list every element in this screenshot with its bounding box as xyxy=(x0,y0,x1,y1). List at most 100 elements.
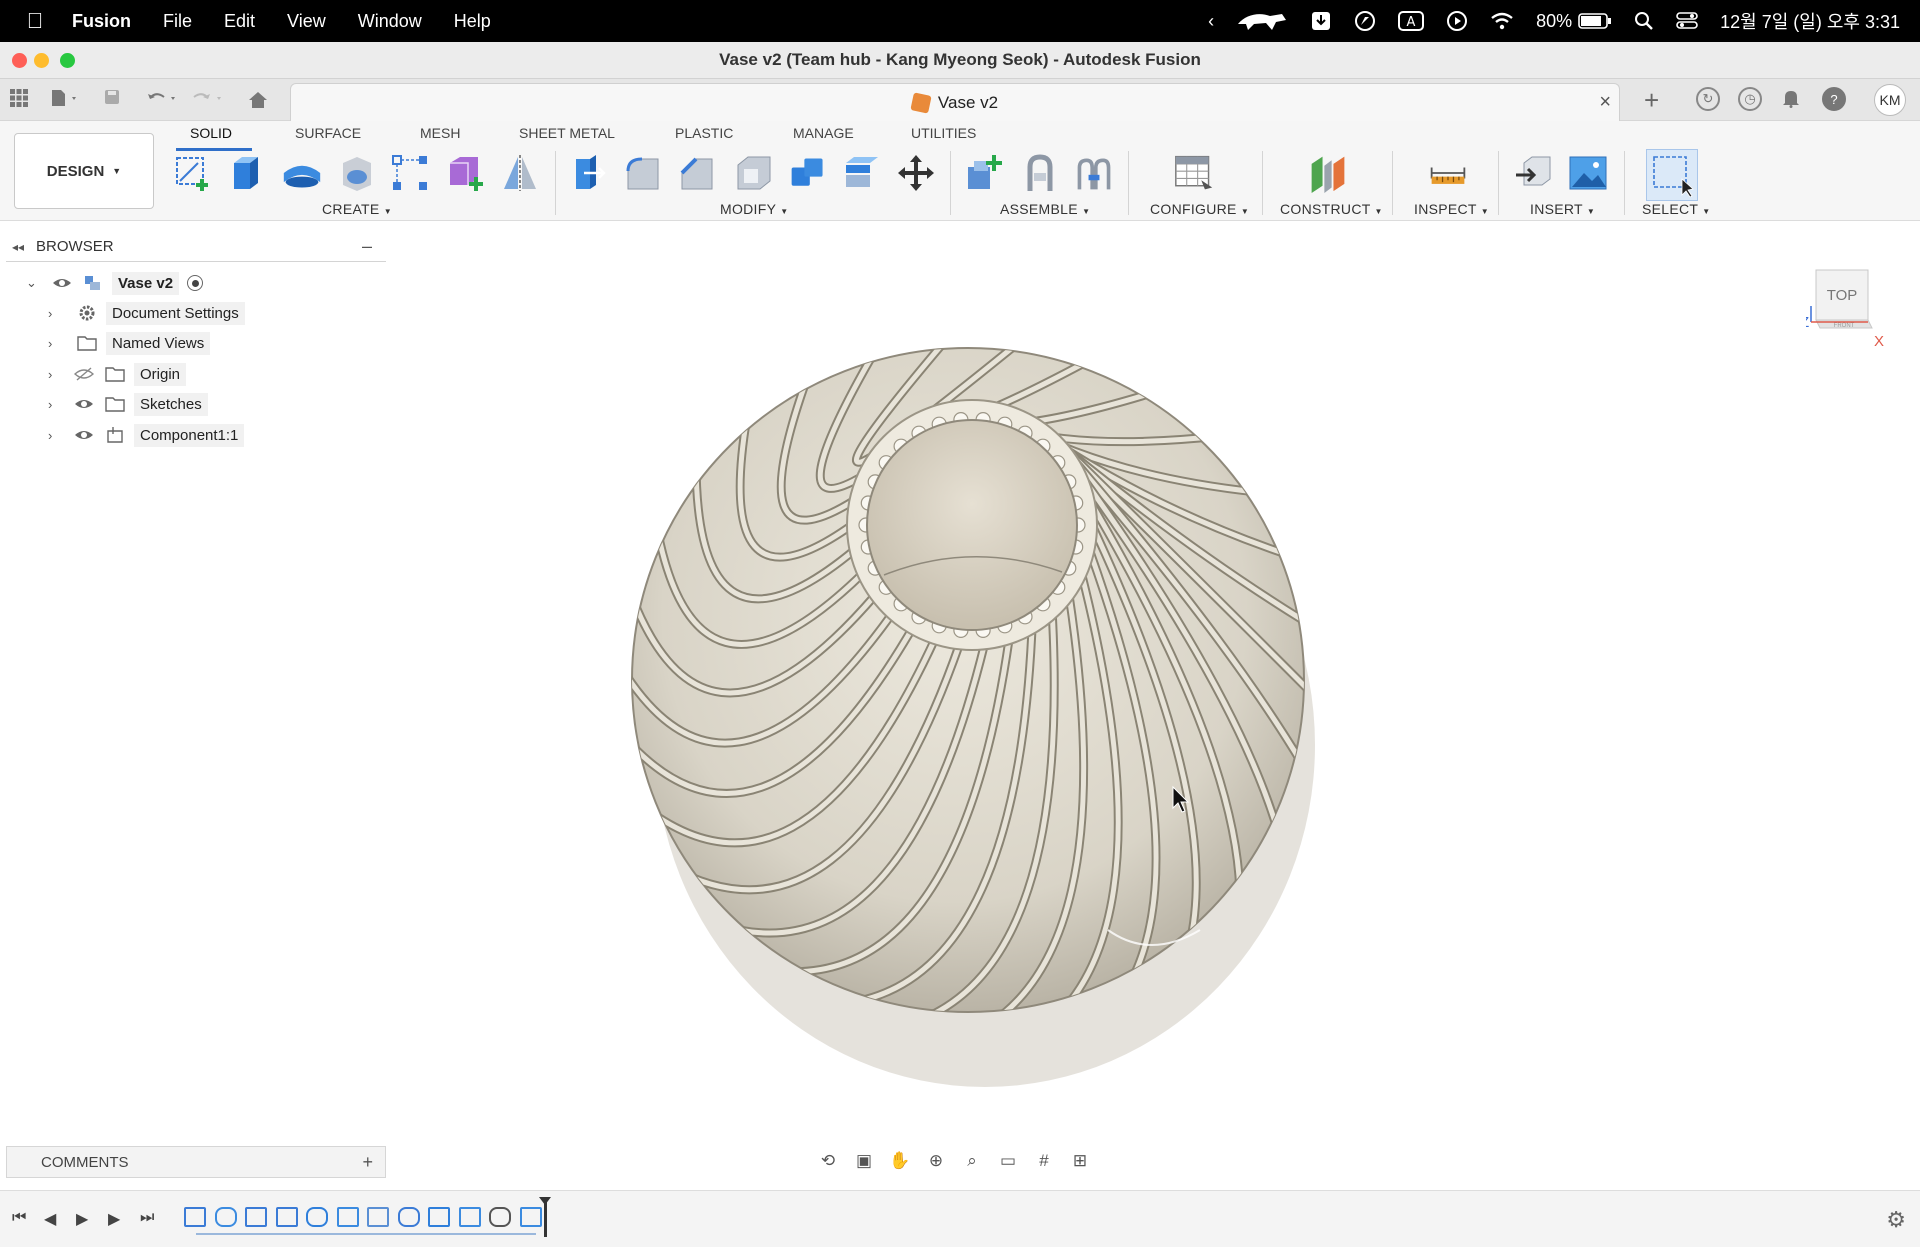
tab-sheet-metal[interactable]: SHEET METAL xyxy=(519,125,615,141)
timeline-feature-icon[interactable] xyxy=(367,1207,389,1227)
visibility-eye-icon[interactable] xyxy=(74,397,94,411)
look-at-icon[interactable]: ▣ xyxy=(850,1149,878,1173)
home-icon[interactable] xyxy=(248,91,268,114)
group-modify-label[interactable]: MODIFY ▼ xyxy=(720,201,788,217)
chevron-right-icon[interactable]: › xyxy=(48,367,64,382)
extrude-icon[interactable] xyxy=(226,153,266,193)
group-inspect-label[interactable]: INSPECT ▼ xyxy=(1414,201,1489,217)
notifications-bell-icon[interactable] xyxy=(1782,88,1800,113)
add-comment-plus-icon[interactable]: + xyxy=(362,1152,373,1173)
pattern-icon[interactable] xyxy=(390,153,430,193)
viewcube[interactable]: TOP FRONT Z X xyxy=(1800,266,1884,350)
apps-grid-icon[interactable] xyxy=(10,89,28,112)
close-tab-icon[interactable]: × xyxy=(1599,91,1611,114)
menu-view[interactable]: View xyxy=(271,11,342,32)
timeline-feature-icon[interactable] xyxy=(245,1207,267,1227)
zoom-window-button[interactable] xyxy=(60,53,75,68)
offset-face-icon[interactable] xyxy=(842,153,882,193)
menu-app-fusion[interactable]: Fusion xyxy=(70,11,147,32)
play-icon[interactable] xyxy=(1446,10,1468,32)
window-select-icon[interactable] xyxy=(1646,149,1698,201)
chevron-down-icon[interactable]: ⌄ xyxy=(26,275,42,291)
tree-item-named-views[interactable]: › Named Views xyxy=(48,330,211,356)
tab-plastic[interactable]: PLASTIC xyxy=(675,125,733,141)
fit-zoom-icon[interactable]: ⌕ xyxy=(958,1149,986,1173)
timeline-feature-icon[interactable] xyxy=(306,1207,328,1227)
user-avatar[interactable]: KM xyxy=(1874,84,1906,116)
as-built-joint-icon[interactable] xyxy=(1074,153,1114,193)
undo-icon[interactable] xyxy=(146,89,180,112)
press-pull-icon[interactable] xyxy=(568,153,608,193)
timeline-feature-icon[interactable] xyxy=(397,1207,420,1227)
timeline-feature-icon[interactable] xyxy=(458,1207,481,1227)
tab-surface[interactable]: SURFACE xyxy=(295,125,361,141)
clock-datetime[interactable]: 12월 7일 (일) 오후 3:31 xyxy=(1720,8,1900,34)
tab-manage[interactable]: MANAGE xyxy=(793,125,854,141)
tab-utilities[interactable]: UTILITIES xyxy=(911,125,976,141)
configure-table-icon[interactable] xyxy=(1174,153,1214,193)
chevron-right-icon[interactable]: › xyxy=(48,428,64,443)
combine-icon[interactable] xyxy=(788,153,828,193)
activate-radio-icon[interactable] xyxy=(187,275,204,291)
step-back-icon[interactable]: ◀ xyxy=(44,1209,56,1229)
step-forward-icon[interactable]: ▶ xyxy=(108,1209,120,1229)
group-select-label[interactable]: SELECT ▼ xyxy=(1642,201,1710,217)
insert-canvas-image-icon[interactable] xyxy=(1568,153,1608,193)
menu-window[interactable]: Window xyxy=(342,11,438,32)
visibility-eye-icon[interactable] xyxy=(52,276,72,290)
workspace-switcher-button[interactable]: DESIGN ▼ xyxy=(14,133,154,209)
save-icon[interactable] xyxy=(104,89,120,110)
spotlight-search-icon[interactable] xyxy=(1634,11,1654,31)
timeline-feature-icon[interactable] xyxy=(336,1207,359,1227)
comments-panel[interactable]: COMMENTS + xyxy=(6,1146,386,1178)
timeline-marker[interactable] xyxy=(544,1201,547,1237)
new-component-icon[interactable] xyxy=(446,153,486,193)
wifi-icon[interactable] xyxy=(1490,12,1514,30)
viewports-icon[interactable]: ⊞ xyxy=(1066,1149,1094,1173)
tree-item-origin[interactable]: › Origin xyxy=(48,361,187,387)
group-configure-label[interactable]: CONFIGURE ▼ xyxy=(1150,201,1249,217)
chevron-right-icon[interactable]: › xyxy=(48,336,64,351)
chevron-right-icon[interactable]: › xyxy=(48,306,64,321)
new-component-assemble-icon[interactable] xyxy=(964,153,1004,193)
timeline-feature-icon[interactable] xyxy=(184,1207,206,1227)
control-center-icon[interactable] xyxy=(1676,11,1698,31)
fillet-icon[interactable] xyxy=(624,153,664,193)
timeline-feature-icon[interactable] xyxy=(489,1207,511,1227)
zoom-icon[interactable]: ⊕ xyxy=(922,1149,950,1173)
group-insert-label[interactable]: INSERT ▼ xyxy=(1530,201,1595,217)
apple-logo-icon[interactable]:  xyxy=(0,8,70,34)
job-status-icon[interactable]: ↻ xyxy=(1696,87,1720,111)
download-icon[interactable] xyxy=(1310,10,1332,32)
vase-model[interactable] xyxy=(390,225,1920,1135)
revolve-icon[interactable] xyxy=(282,153,322,193)
pan-hand-icon[interactable]: ✋ xyxy=(886,1149,914,1173)
go-to-end-icon[interactable]: ⏭ xyxy=(140,1209,154,1227)
orbit-icon[interactable]: ⟲ xyxy=(814,1149,842,1173)
hole-icon[interactable] xyxy=(337,153,377,193)
file-menu-icon[interactable] xyxy=(50,89,80,112)
group-create-label[interactable]: CREATE ▼ xyxy=(322,201,392,217)
group-construct-label[interactable]: CONSTRUCT ▼ xyxy=(1280,201,1383,217)
input-method-icon[interactable]: A xyxy=(1398,11,1425,31)
menu-help[interactable]: Help xyxy=(438,11,507,32)
move-copy-icon[interactable] xyxy=(896,153,936,193)
history-icon[interactable]: ◷ xyxy=(1738,87,1762,111)
go-to-start-icon[interactable]: ⏮ xyxy=(12,1209,26,1227)
help-icon[interactable]: ? xyxy=(1822,87,1846,111)
play-icon[interactable]: ▶ xyxy=(76,1209,88,1229)
compass-icon[interactable] xyxy=(1354,10,1376,32)
tab-mesh[interactable]: MESH xyxy=(420,125,460,141)
tree-item-document-settings[interactable]: › Document Settings xyxy=(48,300,245,326)
timeline-settings-gear-icon[interactable]: ⚙ xyxy=(1886,1207,1906,1233)
minimize-window-button[interactable] xyxy=(34,53,49,68)
tab-solid[interactable]: SOLID xyxy=(190,125,232,141)
chamfer-icon[interactable] xyxy=(678,153,718,193)
display-settings-icon[interactable]: ▭ xyxy=(994,1149,1022,1173)
shell-icon[interactable] xyxy=(734,153,774,193)
timeline-feature-icon[interactable] xyxy=(519,1207,542,1227)
tree-item-sketches[interactable]: › Sketches xyxy=(48,391,208,417)
tree-item-component[interactable]: › Component1:1 xyxy=(48,422,245,448)
create-sketch-icon[interactable] xyxy=(172,153,212,193)
joint-icon[interactable] xyxy=(1020,153,1060,193)
